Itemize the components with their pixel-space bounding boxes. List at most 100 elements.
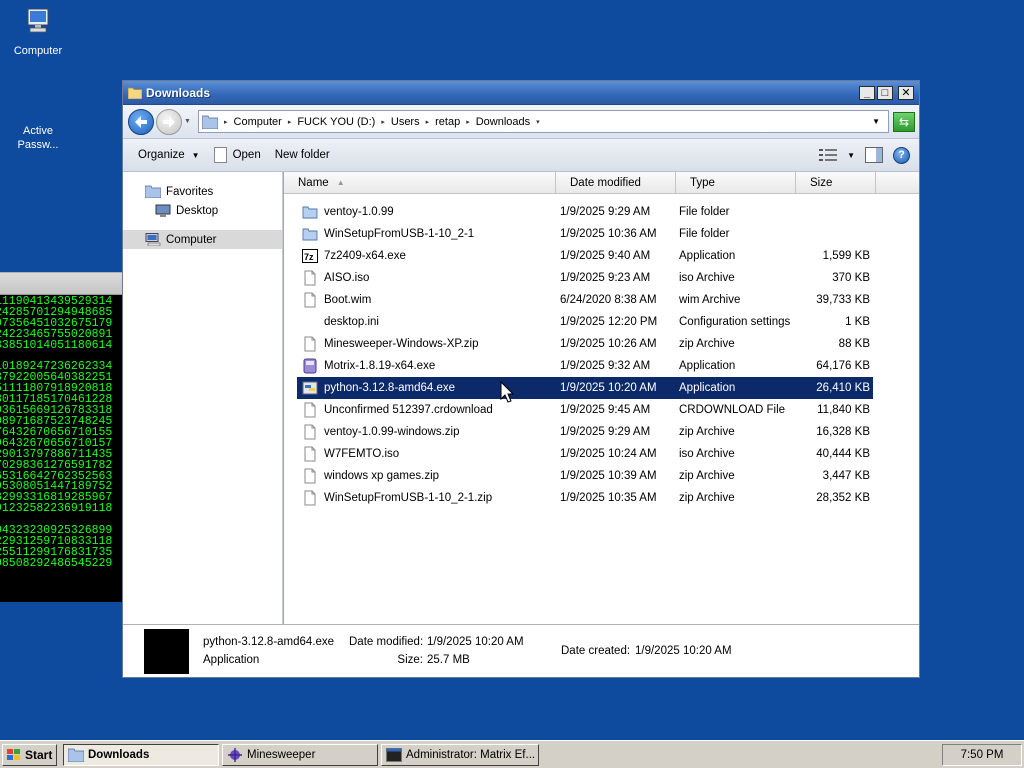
nav-item-computer[interactable]: Computer	[123, 230, 282, 249]
details-col-labels: Date modified: Size:	[349, 633, 423, 669]
file-row[interactable]: Boot.wim 6/24/2020 8:38 AM wim Archive 39,7…	[297, 289, 873, 311]
file-name: WinSetupFromUSB-1-10_2-1.zip	[324, 492, 493, 504]
file-row[interactable]: 7z 7z2409-x64.exe 1/9/2025 9:40 AM Applicat…	[297, 245, 873, 267]
chevron-right-icon[interactable]: ▸	[426, 118, 430, 126]
address-bar[interactable]: ▸ Computer ▸ FUCK YOU (D:) ▸ Users ▸ ret…	[198, 110, 889, 133]
taskbar: Start Downloads Minesweeper Administrato…	[0, 740, 1024, 768]
forward-button[interactable]	[156, 108, 182, 135]
file-row[interactable]: windows xp games.zip 1/9/2025 10:39 AM zip…	[297, 465, 873, 487]
chevron-down-icon[interactable]: ▾	[536, 118, 540, 126]
views-dropdown-button[interactable]: ▼	[847, 151, 855, 160]
explorer-window[interactable]: Downloads _ □ ✕ ▼ ▸ Computer ▸ FUCK YOU …	[122, 80, 920, 678]
minimize-button[interactable]: _	[859, 85, 875, 100]
file-date: 1/9/2025 10:24 AM	[560, 448, 657, 460]
desktop-icon-computer[interactable]: Computer	[0, 6, 76, 58]
file-name: desktop.ini	[324, 316, 379, 328]
column-header-size[interactable]: Size	[796, 172, 876, 193]
chevron-right-icon[interactable]: ▸	[224, 118, 228, 126]
file-row[interactable]: ventoy-1.0.99-windows.zip 1/9/2025 9:29 A…	[297, 421, 873, 443]
document-icon	[213, 147, 227, 163]
file-row[interactable]: W7FEMTO.iso 1/9/2025 10:24 AM iso Archive 4…	[297, 443, 873, 465]
file-name: Boot.wim	[324, 294, 372, 306]
column-header-label: Name	[298, 176, 329, 189]
breadcrumb-retap[interactable]: retap	[435, 116, 460, 128]
file-size: 28,352 KB	[816, 492, 870, 504]
window-titlebar[interactable]: Downloads _ □ ✕	[123, 81, 919, 105]
folder-icon	[68, 748, 84, 762]
file-row[interactable]: ventoy-1.0.99 1/9/2025 9:29 AM File folder	[297, 201, 873, 223]
details-col-created: 1/9/2025 10:20 AM	[635, 642, 732, 660]
file-size: 3,447 KB	[822, 470, 870, 482]
file-name: W7FEMTO.iso	[324, 448, 400, 460]
file-date: 1/9/2025 10:26 AM	[560, 338, 657, 350]
file-type: CRDOWNLOAD File	[679, 404, 786, 416]
breadcrumb-drive[interactable]: FUCK YOU (D:)	[297, 116, 375, 128]
start-button[interactable]: Start	[2, 743, 57, 766]
new-folder-button[interactable]: New folder	[275, 149, 330, 161]
close-button[interactable]: ✕	[898, 85, 914, 100]
preview-pane-button[interactable]	[865, 147, 883, 163]
matrix-console-window[interactable]: 11190413439529314 24285701294948685 0735…	[0, 272, 123, 602]
column-header-type[interactable]: Type	[676, 172, 796, 193]
file-name: WinSetupFromUSB-1-10_2-1	[324, 228, 475, 240]
file-icon	[302, 292, 318, 308]
open-button[interactable]: Open	[213, 147, 261, 163]
file-row[interactable]: Unconfirmed 512397.crdownload 1/9/2025 9:…	[297, 399, 873, 421]
file-icon	[302, 490, 318, 506]
taskbar-button-minesweeper[interactable]: Minesweeper	[222, 743, 378, 766]
navigation-pane: Favorites Desktop Computer	[123, 172, 283, 624]
file-row[interactable]: Minesweeper-Windows-XP.zip 1/9/2025 10:26…	[297, 333, 873, 355]
file-date: 1/9/2025 9:29 AM	[560, 206, 651, 218]
breadcrumb-downloads[interactable]: Downloads	[476, 116, 530, 128]
matrix-console-titlebar[interactable]	[0, 273, 123, 295]
file-row[interactable]: desktop.ini 1/9/2025 12:20 PM Configuratio…	[297, 311, 873, 333]
taskbar-button-matrix[interactable]: Administrator: Matrix Ef...	[381, 743, 539, 766]
desktop-icon	[155, 204, 171, 217]
file-row[interactable]: WinSetupFromUSB-1-10_2-1 1/9/2025 10:36 A…	[297, 223, 873, 245]
file-name: Minesweeper-Windows-XP.zip	[324, 338, 479, 350]
file-thumbnail	[144, 628, 189, 674]
address-dropdown-button[interactable]: ▼	[872, 117, 880, 126]
file-name: AISO.iso	[324, 272, 370, 284]
svg-text:7z: 7z	[304, 252, 314, 262]
breadcrumb-computer[interactable]: Computer	[234, 116, 282, 128]
command-bar: Organize ▼ Open New folder ▼ ?	[123, 139, 919, 172]
details-view-icon	[819, 149, 838, 161]
chevron-right-icon[interactable]: ▸	[381, 118, 385, 126]
file-size: 11,840 KB	[817, 404, 870, 416]
breadcrumb-users[interactable]: Users	[391, 116, 420, 128]
file-date: 1/9/2025 9:45 AM	[560, 404, 651, 416]
history-dropdown[interactable]: ▼	[184, 118, 194, 125]
chevron-right-icon[interactable]: ▸	[288, 118, 292, 126]
file-row[interactable]: python-3.12.8-amd64.exe 1/9/2025 10:20 AM…	[297, 377, 873, 399]
file-row[interactable]: Motrix-1.8.19-x64.exe 1/9/2025 9:32 AM App…	[297, 355, 873, 377]
nav-item-favorites[interactable]: Favorites	[123, 182, 282, 201]
taskbar-button-downloads[interactable]: Downloads	[63, 743, 219, 766]
organize-button[interactable]: Organize ▼	[138, 149, 200, 161]
minesweeper-icon	[228, 747, 242, 762]
file-row[interactable]: WinSetupFromUSB-1-10_2-1.zip 1/9/2025 10:…	[297, 487, 873, 509]
chevron-right-icon[interactable]: ▸	[466, 118, 470, 126]
desktop-icon-active-password[interactable]: Active Passw...	[0, 124, 76, 152]
system-tray-clock[interactable]: 7:50 PM	[942, 743, 1022, 766]
nav-item-desktop[interactable]: Desktop	[123, 201, 282, 220]
file-type: zip Archive	[679, 470, 735, 482]
file-row[interactable]: AISO.iso 1/9/2025 9:23 AM iso Archive 370 K…	[297, 267, 873, 289]
back-button[interactable]	[128, 108, 154, 135]
details-date-modified: 1/9/2025 10:20 AM	[427, 636, 524, 648]
help-icon[interactable]: ?	[893, 146, 910, 164]
file-name: Motrix-1.8.19-x64.exe	[324, 360, 436, 372]
sort-ascending-icon: ▲	[336, 178, 345, 187]
maximize-button[interactable]: □	[877, 85, 893, 100]
details-size: 25.7 MB	[427, 654, 470, 666]
file-type: Application	[679, 360, 736, 372]
column-header-date[interactable]: Date modified	[556, 172, 676, 193]
folder-icon	[302, 204, 318, 220]
details-col-name: python-3.12.8-amd64.exe Application	[203, 633, 349, 669]
views-button[interactable]	[819, 148, 838, 162]
refresh-button[interactable]: ⇆	[893, 111, 915, 132]
desktop-icon-label-line2: Passw...	[17, 139, 59, 151]
column-header-name[interactable]: Name ▲	[284, 172, 556, 193]
file-name-cell: W7FEMTO.iso	[297, 446, 560, 462]
file-name-cell: windows xp games.zip	[297, 468, 560, 484]
